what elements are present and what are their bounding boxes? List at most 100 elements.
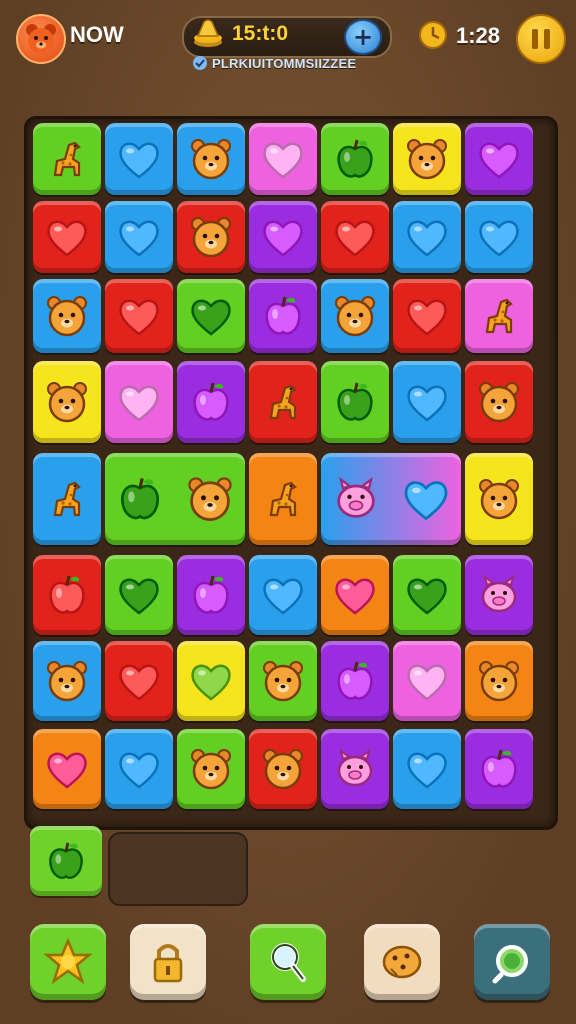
board-tile-1-0[interactable] [33, 201, 101, 273]
board-tile-1-2[interactable] [177, 201, 245, 273]
board-tile-5-1[interactable] [105, 555, 173, 635]
giraffe-icon [269, 384, 297, 420]
board-tile-4-4[interactable] [465, 453, 533, 545]
board-tile-2-0[interactable] [33, 279, 101, 353]
board-tile-5-5[interactable] [393, 555, 461, 635]
add-coins-button[interactable]: + [344, 19, 382, 55]
board-tile-2-6[interactable] [465, 279, 533, 353]
board-tile-4-3[interactable] [321, 453, 461, 545]
board-tile-2-1[interactable] [105, 279, 173, 353]
board-tile-7-3[interactable] [249, 729, 317, 809]
pause-bar-right [544, 29, 550, 49]
heart-icon [119, 142, 159, 179]
refresh-tool-button[interactable] [474, 924, 550, 1000]
lock-tool-button[interactable] [130, 924, 206, 1000]
board-tile-5-4[interactable] [321, 555, 389, 635]
star-burst-tool-button[interactable] [30, 924, 106, 1000]
avatar[interactable] [16, 14, 66, 64]
heart-icon [407, 664, 447, 701]
apple-icon [120, 478, 160, 520]
board-tile-5-6[interactable] [465, 555, 533, 635]
board-tile-0-6[interactable] [465, 123, 533, 195]
board-tile-6-6[interactable] [465, 641, 533, 721]
heart-icon [407, 578, 447, 615]
coin-stack-icon [194, 19, 222, 47]
heart-icon [263, 220, 303, 257]
board-tile-2-4[interactable] [321, 279, 389, 353]
board-tile-4-1[interactable] [105, 453, 245, 545]
board-tile-5-0[interactable] [33, 555, 101, 635]
board-tile-1-3[interactable] [249, 201, 317, 273]
board-tile-0-0[interactable] [33, 123, 101, 195]
heart-icon [47, 220, 87, 257]
pig-icon [337, 476, 375, 518]
level-subtitle: PLRKIUITOMMSIIZZEE [192, 54, 392, 72]
cookie-icon [382, 945, 422, 979]
board-tile-7-1[interactable] [105, 729, 173, 809]
board-tile-3-3[interactable] [249, 361, 317, 443]
board-tile-7-6[interactable] [465, 729, 533, 809]
board-tile-4-2[interactable] [249, 453, 317, 545]
heart-icon [119, 664, 159, 701]
board-tile-5-2[interactable] [177, 555, 245, 635]
board-tile-3-5[interactable] [393, 361, 461, 443]
board-tile-7-2[interactable] [177, 729, 245, 809]
board-tile-2-2[interactable] [177, 279, 245, 353]
heart-icon [47, 752, 87, 789]
heart-icon [119, 220, 159, 257]
board-tile-0-1[interactable] [105, 123, 173, 195]
board-tile-1-5[interactable] [393, 201, 461, 273]
board-tile-1-6[interactable] [465, 201, 533, 273]
heart-icon [119, 385, 159, 422]
magnifier-tool-button[interactable] [250, 924, 326, 1000]
star-icon [43, 937, 93, 985]
bear-icon [479, 661, 519, 702]
heart-icon [191, 299, 231, 336]
board-tile-1-4[interactable] [321, 201, 389, 273]
timer: 1:28 [456, 23, 501, 48]
board-tile-0-2[interactable] [177, 123, 245, 195]
board-tile-6-2[interactable] [177, 641, 245, 721]
board-tile-5-3[interactable] [249, 555, 317, 635]
bear-icon [263, 749, 303, 790]
bear-icon [191, 749, 231, 790]
board-tile-0-4[interactable] [321, 123, 389, 195]
board-tile-0-5[interactable] [393, 123, 461, 195]
board-tile-3-0[interactable] [33, 361, 101, 443]
board-tile-7-4[interactable] [321, 729, 389, 809]
board-tile-3-4[interactable] [321, 361, 389, 443]
board-tile-1-1[interactable] [105, 201, 173, 273]
board-tile-6-1[interactable] [105, 641, 173, 721]
subtitle-text: PLRKIUITOMMSIIZZEE [212, 55, 357, 71]
check-icon [193, 56, 207, 70]
heart-icon [119, 578, 159, 615]
apple-icon [337, 382, 373, 421]
board-tile-6-0[interactable] [33, 641, 101, 721]
board-tile-2-5[interactable] [393, 279, 461, 353]
bear-icon [188, 477, 232, 521]
board-tile-6-3[interactable] [249, 641, 317, 721]
heart-icon [404, 481, 448, 521]
pig-icon [337, 748, 373, 787]
bear-icon [407, 139, 447, 180]
heart-icon [335, 578, 375, 615]
board-tile-7-5[interactable] [393, 729, 461, 809]
board-tile-2-3[interactable] [249, 279, 317, 353]
board-tile-3-2[interactable] [177, 361, 245, 443]
apple-icon [193, 575, 229, 614]
board-tile-7-0[interactable] [33, 729, 101, 809]
bear-icon [263, 661, 303, 702]
board-tile-6-4[interactable] [321, 641, 389, 721]
heart-icon [263, 142, 303, 179]
heart-icon [191, 664, 231, 701]
tray-tile[interactable] [30, 826, 102, 896]
board-tile-4-0[interactable] [33, 453, 101, 545]
board-tile-3-1[interactable] [105, 361, 173, 443]
game-board [24, 116, 558, 830]
board-tile-3-6[interactable] [465, 361, 533, 443]
lock-icon [153, 944, 183, 983]
board-tile-0-3[interactable] [249, 123, 317, 195]
cookie-tool-button[interactable] [364, 924, 440, 1000]
board-tile-6-5[interactable] [393, 641, 461, 721]
pause-button[interactable] [516, 14, 566, 64]
